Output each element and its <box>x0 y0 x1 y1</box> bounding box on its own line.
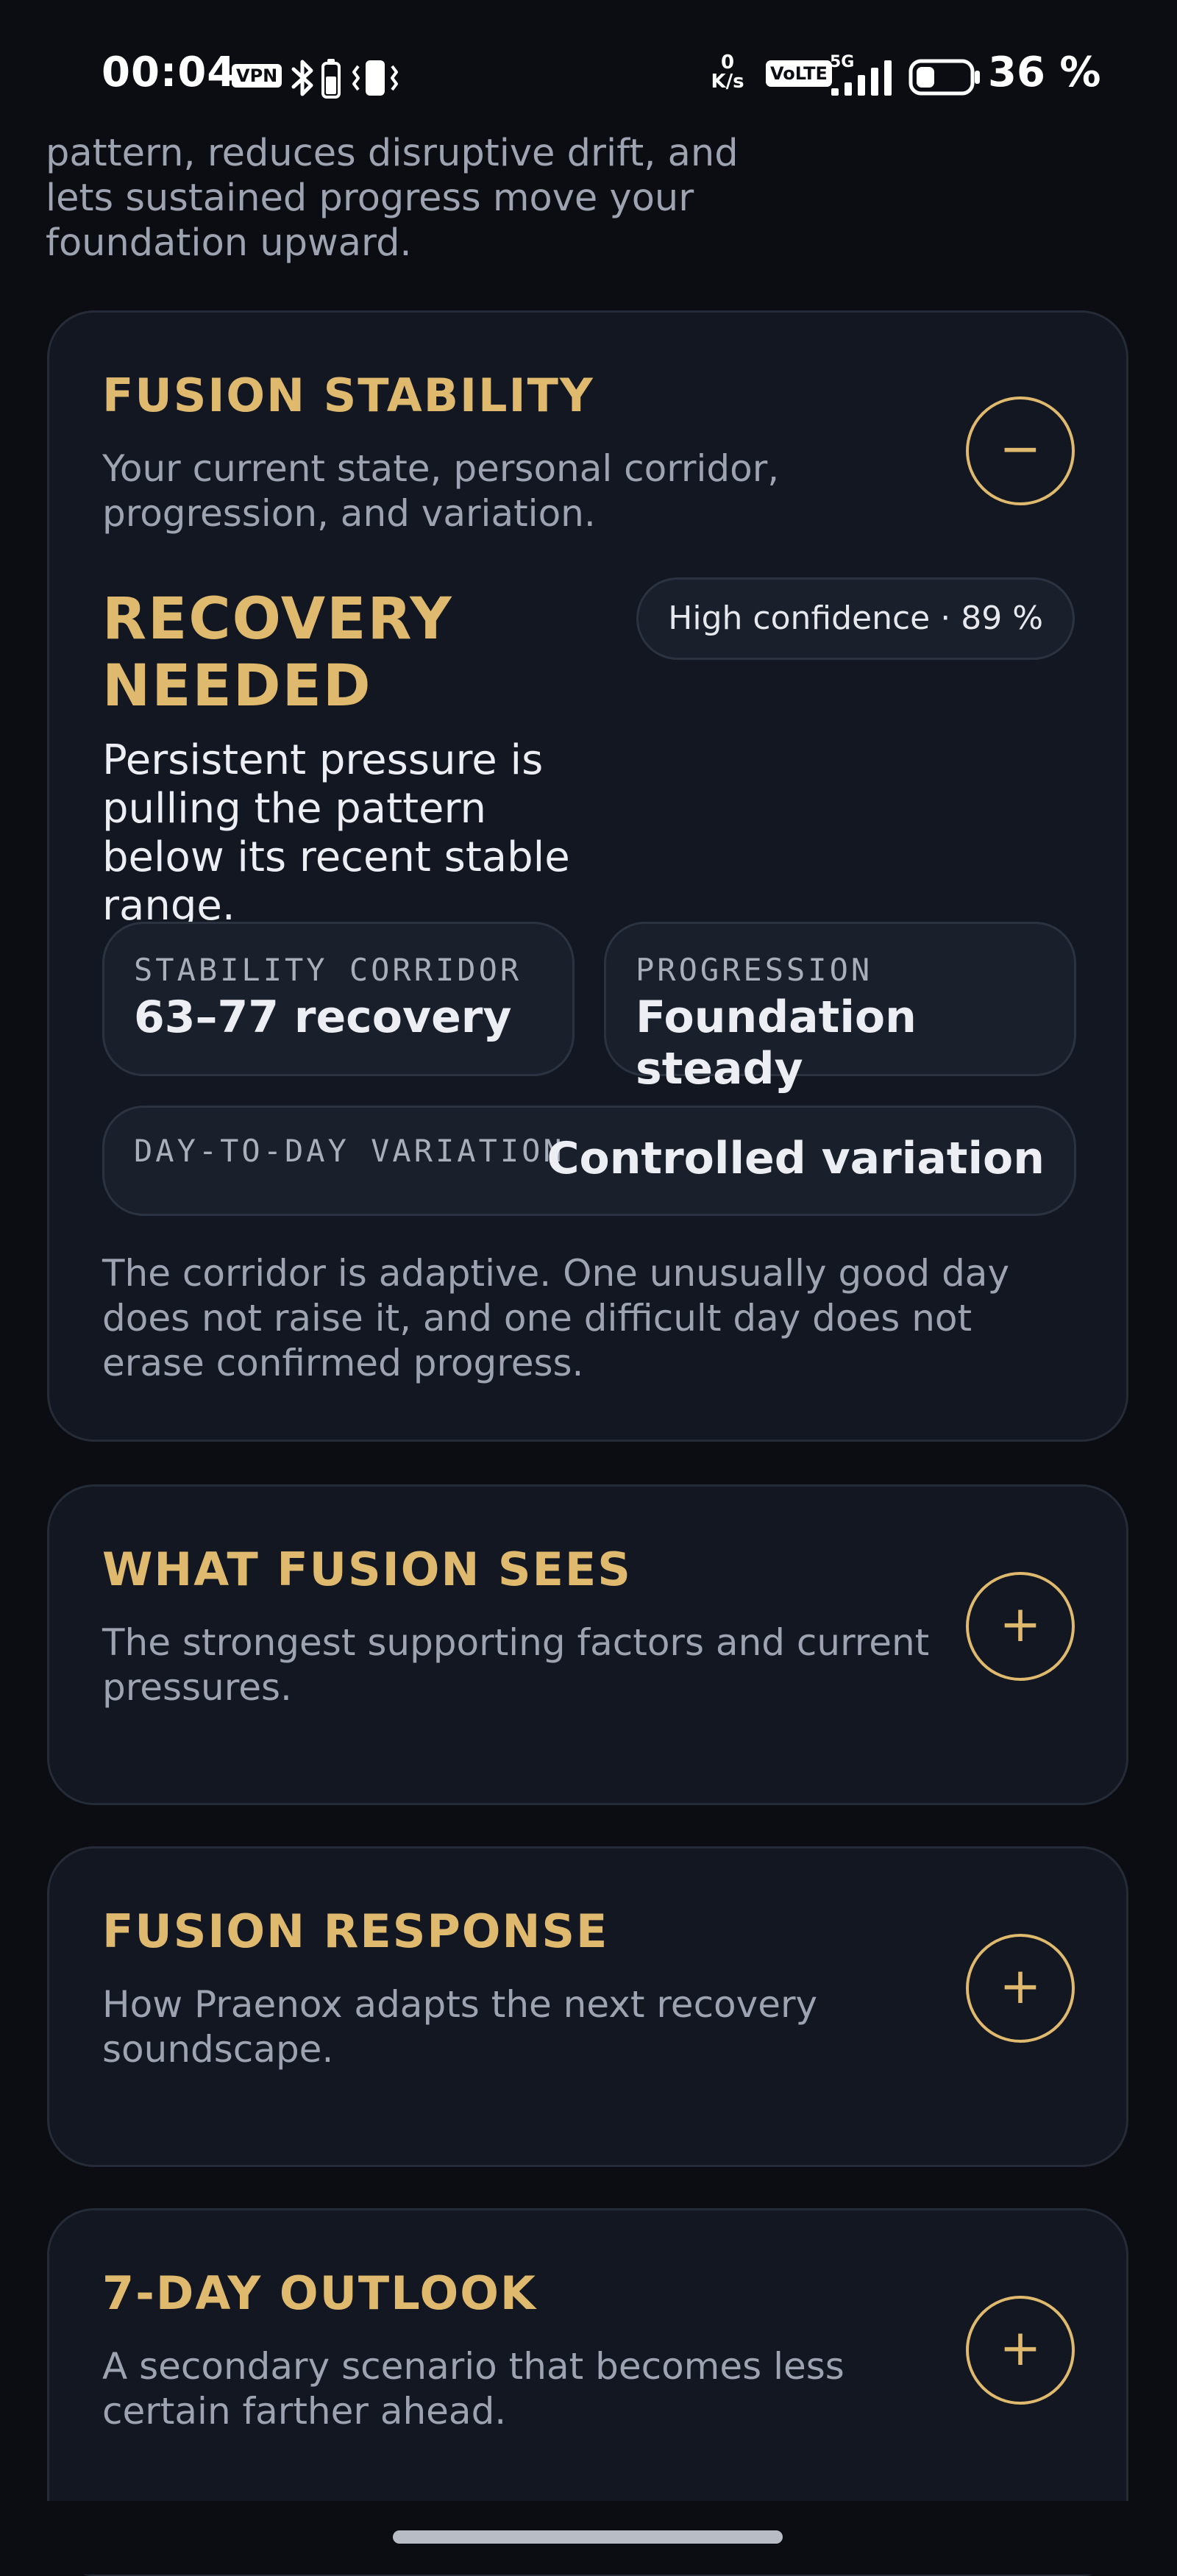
expand-icon[interactable]: + <box>966 1572 1075 1681</box>
metric-label: STABILITY CORRIDOR <box>134 952 522 988</box>
stability-corridor-metric: STABILITY CORRIDOR 63–77 recovery <box>102 922 575 1076</box>
card-title: FUSION RESPONSE <box>102 1904 609 1958</box>
card-title: FUSION STABILITY <box>102 369 594 422</box>
expand-icon[interactable]: + <box>966 2296 1075 2405</box>
card-subtitle: How Praenox adapts the next recovery sou… <box>102 1983 818 2071</box>
bluetooth-icon <box>291 60 313 96</box>
fusion-response-card[interactable]: FUSION RESPONSE How Praenox adapts the n… <box>47 1846 1128 2167</box>
fusion-stability-card: FUSION STABILITY Your current state, per… <box>47 310 1128 1442</box>
home-indicator[interactable] <box>393 2530 783 2544</box>
net-speed-value: 0 <box>720 51 735 74</box>
metric-value: 63–77 recovery <box>134 992 512 1043</box>
expand-symbol: + <box>999 1595 1042 1654</box>
battery-percent: 36 % <box>988 49 1101 96</box>
card-title: 7-DAY OUTLOOK <box>102 2266 537 2320</box>
variation-metric: DAY-TO-DAY VARIATION Controlled variatio… <box>102 1106 1076 1216</box>
card-subtitle: The strongest supporting factors and cur… <box>102 1621 930 1709</box>
vpn-icon: VPN <box>232 64 282 88</box>
volte-badge: VoLTE <box>766 60 832 87</box>
metric-label: DAY-TO-DAY VARIATION <box>134 1133 565 1169</box>
status-bar: 00:04 VPN 0 K/s VoLTE 5G 36 % <box>0 0 1177 147</box>
net-speed-unit: K/s <box>711 71 744 93</box>
card-subtitle: A secondary scenario that becomes less c… <box>102 2345 844 2433</box>
collapse-symbol: − <box>999 420 1042 478</box>
expand-symbol: + <box>999 1957 1042 2015</box>
net-speed: 0 K/s <box>705 53 750 91</box>
vibrate-icon <box>352 60 398 96</box>
card-title: WHAT FUSION SEES <box>102 1543 632 1596</box>
metric-label: PROGRESSION <box>636 952 873 988</box>
expand-icon[interactable]: + <box>966 1934 1075 2043</box>
state-description: Persistent pressure is pulling the patte… <box>102 736 570 930</box>
collapse-icon[interactable]: − <box>966 396 1075 505</box>
status-time: 00:04 <box>102 49 237 96</box>
state-title: RECOVERY NEEDED <box>102 586 453 719</box>
expand-symbol: + <box>999 2319 1042 2377</box>
corridor-note: The corridor is adaptive. One unusually … <box>102 1252 1010 1384</box>
metric-value: Controlled variation <box>547 1133 1045 1184</box>
signal-icon <box>831 60 892 96</box>
card-subtitle: Your current state, personal corridor, p… <box>102 447 780 535</box>
metric-value: Foundation steady <box>636 992 917 1095</box>
what-fusion-sees-card[interactable]: WHAT FUSION SEES The strongest supportin… <box>47 1484 1128 1805</box>
battery-icon <box>908 59 980 96</box>
intro-text: pattern, reduces disruptive drift, and l… <box>46 132 739 265</box>
progression-metric: PROGRESSION Foundation steady <box>604 922 1076 1095</box>
battery-small-icon <box>321 59 341 99</box>
confidence-badge: High confidence · 89 % <box>636 577 1075 660</box>
